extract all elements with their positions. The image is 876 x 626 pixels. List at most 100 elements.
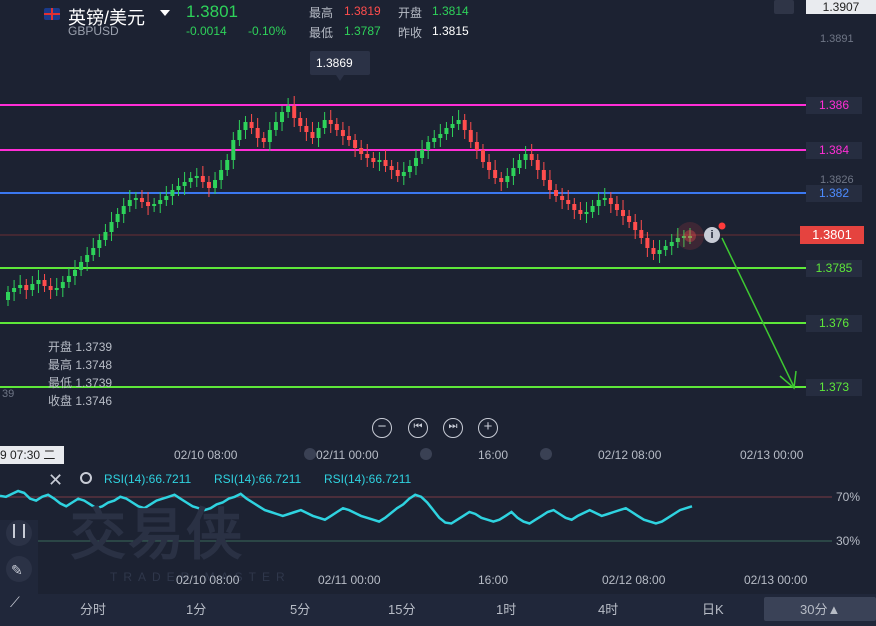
info-icon[interactable]: i — [704, 227, 720, 243]
candle-body — [194, 176, 199, 178]
tab-1h[interactable]: 1时 — [496, 599, 516, 618]
tab-15min[interactable]: 15分 — [388, 599, 415, 618]
rsi-level-high: 70% — [836, 490, 861, 504]
candle-body — [170, 190, 175, 196]
candle-body — [547, 180, 552, 190]
candle-body — [499, 178, 504, 182]
open-value: 1.3814 — [432, 4, 469, 18]
rsi-x-tick: 16:00 — [478, 573, 509, 587]
candle-body — [395, 170, 400, 176]
crosshair-time: 9 07:30 二 — [0, 446, 64, 464]
candle-body — [389, 166, 394, 170]
candle-body — [602, 198, 607, 200]
tab-1min[interactable]: 1分 — [186, 599, 206, 618]
jump-start-button[interactable]: ⏮ — [408, 418, 428, 438]
candle-body — [273, 122, 278, 130]
candle-body — [219, 170, 224, 180]
candle-body — [304, 126, 309, 132]
candle-body — [474, 142, 479, 150]
candle-body — [468, 130, 473, 142]
current-price-tag: 1.3801 — [800, 226, 864, 244]
candle-body — [213, 180, 218, 188]
candle-body — [462, 120, 467, 130]
candle-body — [97, 240, 102, 248]
tab-30min[interactable]: 30分▲ — [800, 599, 840, 618]
rsi-x-tick: 02/11 00:00 — [318, 573, 381, 587]
zoom-out-button[interactable]: − — [372, 418, 392, 438]
open-label: 开盘 — [398, 6, 423, 20]
candle-body — [493, 170, 498, 178]
candle-body — [645, 238, 650, 248]
candle-body — [133, 198, 138, 200]
jump-end-button[interactable]: ⏭ — [443, 418, 463, 438]
candle-body — [30, 284, 35, 290]
level-tag-1373: 1.373 — [806, 379, 862, 396]
bell-icon[interactable] — [774, 0, 794, 14]
candle-body — [115, 214, 120, 222]
settings-icon[interactable] — [80, 472, 92, 484]
rsi-x-tick: 02/10 08:00 — [176, 573, 240, 587]
tab-day[interactable]: 日K — [702, 599, 724, 618]
candle-body — [231, 140, 236, 160]
chevron-down-icon[interactable] — [160, 10, 170, 16]
candle-body — [206, 182, 211, 188]
high-label: 最高 — [309, 6, 334, 20]
candle-body — [401, 172, 406, 176]
candle-body — [669, 242, 674, 246]
candle-body — [529, 154, 534, 160]
low-value: 1.3787 — [344, 24, 381, 38]
candle-body — [517, 160, 522, 168]
candle-body — [639, 230, 644, 238]
candle-body — [328, 120, 333, 124]
tab-timeshare[interactable]: 分时 — [80, 599, 106, 618]
axis-tick: 1.3891 — [820, 33, 854, 45]
candle-body — [36, 280, 41, 284]
instrument-symbol: GBPUSD — [68, 24, 119, 38]
candle-body — [6, 292, 10, 300]
candle-body — [188, 178, 193, 182]
candle-body — [353, 140, 358, 148]
candle-body — [310, 132, 315, 138]
candle-body — [164, 196, 169, 200]
candle-body — [608, 198, 613, 204]
price-change: -0.0014 — [186, 24, 227, 38]
scroll-dot[interactable] — [420, 448, 432, 460]
candle-body — [255, 128, 260, 138]
candle-body — [54, 288, 59, 290]
x-tick: 02/11 00:00 — [316, 448, 379, 462]
price-change-pct: -0.10% — [248, 24, 287, 38]
candle-body — [24, 285, 29, 290]
candle-body — [413, 158, 418, 166]
candle-body — [444, 128, 449, 134]
low-label: 最低 — [309, 26, 334, 40]
tab-4h[interactable]: 4时 — [598, 599, 618, 618]
candle-body — [365, 154, 370, 158]
scroll-dot[interactable] — [540, 448, 552, 460]
scroll-dot[interactable] — [304, 448, 316, 460]
candle-body — [663, 246, 668, 250]
x-tick: 02/10 08:00 — [174, 448, 238, 462]
candle-body — [432, 138, 437, 142]
candle-body — [158, 200, 163, 204]
candle-body — [347, 136, 351, 140]
prev-close-value: 1.3815 — [432, 24, 469, 38]
current-price: 1.3801 — [186, 2, 238, 21]
candle-body — [72, 270, 77, 276]
x-tick: 02/13 00:00 — [740, 448, 804, 462]
ohlc-open: 开盘 1.3739 — [48, 340, 113, 354]
close-icon[interactable]: ✕ — [48, 470, 63, 491]
candle-body — [200, 176, 205, 182]
zoom-in-button[interactable]: + — [478, 418, 498, 438]
candle-body — [554, 190, 559, 196]
tab-5min[interactable]: 5分 — [290, 599, 310, 618]
candle-body — [237, 130, 242, 140]
candle-body — [316, 128, 321, 138]
candle-body — [152, 204, 157, 206]
rsi-label-3: RSI(14):66.7211 — [324, 472, 412, 486]
candle-body — [109, 222, 114, 232]
watermark-logo: 交易侠 — [70, 503, 244, 566]
candle-body — [523, 154, 528, 160]
rsi-x-tick: 02/12 08:00 — [602, 573, 666, 587]
candle-body — [621, 210, 626, 216]
ohlc-low: 最低 1.3739 — [48, 376, 113, 390]
